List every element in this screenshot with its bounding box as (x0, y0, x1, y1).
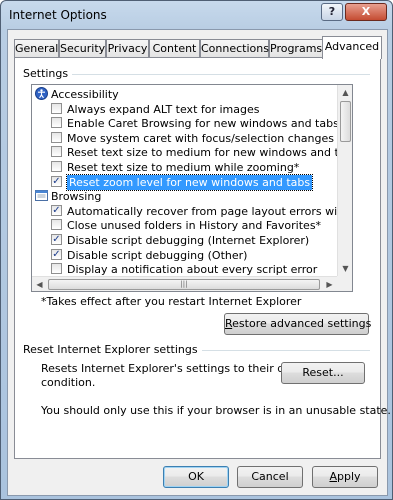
accessibility-icon (35, 87, 48, 100)
checkbox-unchecked[interactable] (51, 263, 62, 275)
restore-advanced-settings-button[interactable]: Restore advanced settings (224, 313, 372, 335)
checkbox-unchecked[interactable] (51, 146, 62, 158)
vertical-scroll-thumb[interactable] (340, 101, 351, 142)
tree-option-label: Automatically recover from page layout e… (67, 204, 352, 218)
settings-group-divider (25, 74, 370, 75)
internet-options-window: Internet Options ? X General Security Pr… (0, 0, 393, 500)
restore-button-label: estore advanced settings (232, 317, 372, 330)
tab-privacy[interactable]: Privacy (106, 39, 149, 58)
horizontal-scroll-thumb[interactable]: ||| (48, 279, 320, 290)
checkmark-icon: ✓ (52, 175, 61, 187)
advanced-tab-panel: Settings Accessibility Always expand ALT … (14, 57, 391, 459)
checkbox-unchecked[interactable] (51, 102, 62, 114)
tab-general[interactable]: General (14, 39, 59, 58)
tab-programs[interactable]: Programs (269, 39, 323, 58)
scroll-up-arrow-icon[interactable]: ▲ (338, 85, 352, 100)
tab-content[interactable]: Content (149, 39, 200, 58)
tree-option-label: Close unused folders in History and Favo… (67, 219, 322, 233)
unusable-state-warning: You should only use this if your browser… (41, 404, 391, 417)
reset-description-line2: condition. (41, 376, 96, 389)
tree-option-label: Always expand ALT text for images (67, 102, 260, 116)
scroll-left-arrow-icon[interactable]: ◀ (32, 277, 47, 291)
reset-button[interactable]: Reset... (281, 362, 365, 384)
tab-strip: General Security Privacy Content Connect… (14, 36, 382, 59)
tree-category-label: Accessibility (51, 88, 119, 101)
tree-option-label: Enable Caret Browsing for new windows an… (67, 117, 339, 131)
scrollbar-corner (337, 276, 352, 291)
checkbox-unchecked[interactable] (51, 131, 62, 143)
tree-option-label: Disable script debugging (Internet Explo… (67, 234, 310, 247)
restart-footnote: *Takes effect after you restart Internet… (41, 295, 302, 308)
tree-category-label: Browsing (51, 190, 102, 204)
checkbox-unchecked[interactable] (51, 117, 62, 129)
tree-option-label: Move system caret with focus/selection c… (67, 131, 334, 145)
settings-tree[interactable]: Accessibility Always expand ALT text for … (31, 84, 353, 292)
dialog-client-area: General Security Privacy Content Connect… (7, 29, 391, 496)
close-button[interactable]: X (345, 3, 387, 21)
checkbox-checked[interactable]: ✓ (51, 248, 62, 260)
reset-description-line1: Resets Internet Explorer's settings to t… (41, 362, 316, 375)
tab-security[interactable]: Security (59, 39, 106, 58)
tree-option-label: Disable script debugging (Other) (67, 248, 248, 262)
settings-group-label: Settings (23, 67, 73, 80)
help-button[interactable]: ? (321, 3, 343, 21)
tree-option-label: Display a notification about every scrip… (67, 263, 318, 277)
tree-option-label: Reset text size to medium for new window… (67, 146, 353, 160)
checkbox-checked[interactable]: ✓ (51, 175, 62, 187)
tab-connections[interactable]: Connections (200, 39, 269, 58)
window-title: Internet Options (9, 8, 107, 22)
title-bar[interactable]: Internet Options ? X (1, 1, 392, 29)
checkbox-checked[interactable]: ✓ (51, 204, 62, 216)
horizontal-scrollbar[interactable]: ◀ ||| ▶ (32, 276, 337, 291)
checkbox-checked[interactable]: ✓ (51, 234, 62, 245)
checkmark-icon: ✓ (52, 204, 61, 216)
browsing-icon (35, 189, 48, 202)
reset-group-label: Reset Internet Explorer settings (23, 343, 202, 356)
checkmark-icon: ✓ (52, 234, 61, 245)
scroll-right-arrow-icon[interactable]: ▶ (322, 277, 337, 291)
vertical-scrollbar[interactable]: ▲ ▼ (337, 85, 352, 276)
tree-option-label: Reset zoom level for new windows and tab… (65, 173, 314, 191)
tree-option-label: Reset text size to medium while zooming* (67, 161, 300, 174)
checkmark-icon: ✓ (52, 248, 61, 260)
checkbox-unchecked[interactable] (51, 219, 62, 231)
checkbox-unchecked[interactable] (51, 161, 62, 172)
apply-button[interactable]: Apply (312, 466, 378, 488)
ok-button[interactable]: OK (163, 466, 229, 488)
tab-advanced[interactable]: Advanced (322, 36, 382, 59)
cancel-button[interactable]: Cancel (237, 466, 303, 488)
scroll-down-arrow-icon[interactable]: ▼ (338, 261, 352, 276)
